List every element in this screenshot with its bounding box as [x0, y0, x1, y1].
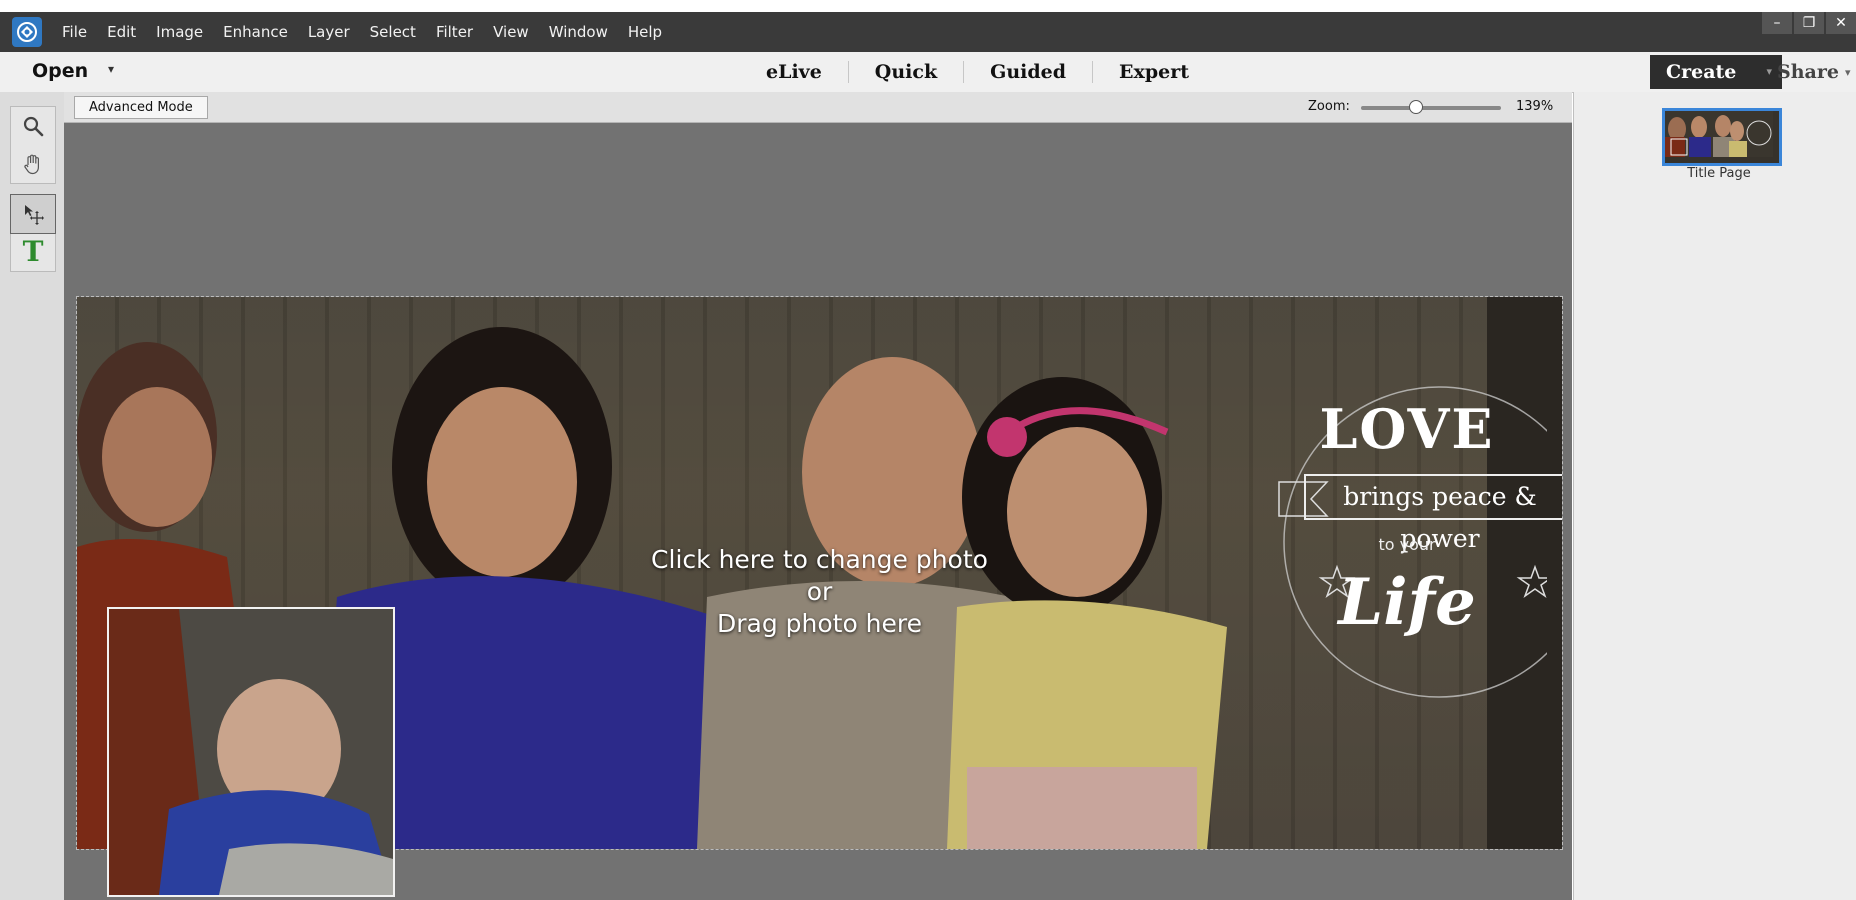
- open-button[interactable]: Open: [32, 60, 88, 82]
- inset-photo-frame[interactable]: [107, 607, 395, 897]
- menu-image[interactable]: Image: [156, 23, 203, 41]
- view-tools-group: [10, 106, 56, 184]
- options-strip: Advanced Mode Zoom: 139%: [64, 92, 1572, 123]
- tab-expert[interactable]: Expert: [1093, 61, 1215, 83]
- close-button[interactable]: ✕: [1826, 12, 1856, 34]
- quote-line: brings peace & power: [1304, 474, 1562, 553]
- menu-enhance[interactable]: Enhance: [223, 23, 288, 41]
- create-label: Create: [1666, 61, 1737, 83]
- menu-edit[interactable]: Edit: [107, 23, 136, 41]
- share-dropdown-icon[interactable]: ▾: [1845, 66, 1851, 79]
- minimize-button[interactable]: –: [1762, 12, 1792, 34]
- tab-guided[interactable]: Guided: [964, 61, 1094, 83]
- menu-filter[interactable]: Filter: [436, 23, 473, 41]
- page-thumbnail-label: Title Page: [1687, 166, 1751, 181]
- mode-bar: Open ▾ eLive Quick Guided Expert Create …: [0, 52, 1856, 93]
- create-button[interactable]: Create ▾: [1650, 55, 1782, 89]
- menu-file[interactable]: File: [62, 23, 87, 41]
- page-thumbnail-title-page[interactable]: [1662, 108, 1782, 166]
- quote-life: Life: [1338, 565, 1476, 640]
- quote-title: LOVE: [1319, 397, 1495, 461]
- menu-bar: File Edit Image Enhance Layer Select Fil…: [0, 12, 1856, 52]
- menu-help[interactable]: Help: [628, 23, 662, 41]
- zoom-slider-thumb[interactable]: [1408, 100, 1423, 114]
- pages-panel: Title Page: [1573, 92, 1856, 900]
- text-tool[interactable]: T: [11, 233, 55, 271]
- edit-tools-group: T: [10, 194, 56, 272]
- advanced-mode-button[interactable]: Advanced Mode: [74, 96, 208, 119]
- quote-badge[interactable]: LOVE brings peace & power to your Life: [1267, 297, 1562, 849]
- zoom-value: 139%: [1516, 99, 1554, 114]
- share-button[interactable]: Share: [1777, 55, 1839, 89]
- baby-photo: [109, 609, 393, 895]
- page-thumbnail-image: [1665, 111, 1773, 157]
- open-dropdown-icon[interactable]: ▾: [108, 62, 114, 76]
- tab-quick[interactable]: Quick: [849, 61, 965, 83]
- quote-to: to your: [1378, 535, 1436, 554]
- app-logo-icon: [12, 17, 42, 47]
- tab-elive[interactable]: eLive: [740, 61, 849, 83]
- menu-view[interactable]: View: [493, 23, 529, 41]
- hand-tool[interactable]: [11, 145, 55, 183]
- magnifier-icon: [23, 116, 44, 137]
- create-dropdown-icon: ▾: [1766, 65, 1772, 78]
- menu-window[interactable]: Window: [549, 23, 608, 41]
- zoom-slider[interactable]: [1361, 100, 1501, 114]
- zoom-tool[interactable]: [11, 107, 55, 145]
- hand-icon: [24, 154, 39, 175]
- menu-layer[interactable]: Layer: [308, 23, 350, 41]
- zoom-label: Zoom:: [1308, 99, 1350, 114]
- toolbox: T: [0, 92, 65, 900]
- move-tool[interactable]: [10, 194, 56, 234]
- text-icon: T: [22, 235, 44, 268]
- move-icon: [25, 205, 44, 225]
- menu-select[interactable]: Select: [370, 23, 416, 41]
- restore-button[interactable]: ❐: [1794, 12, 1824, 34]
